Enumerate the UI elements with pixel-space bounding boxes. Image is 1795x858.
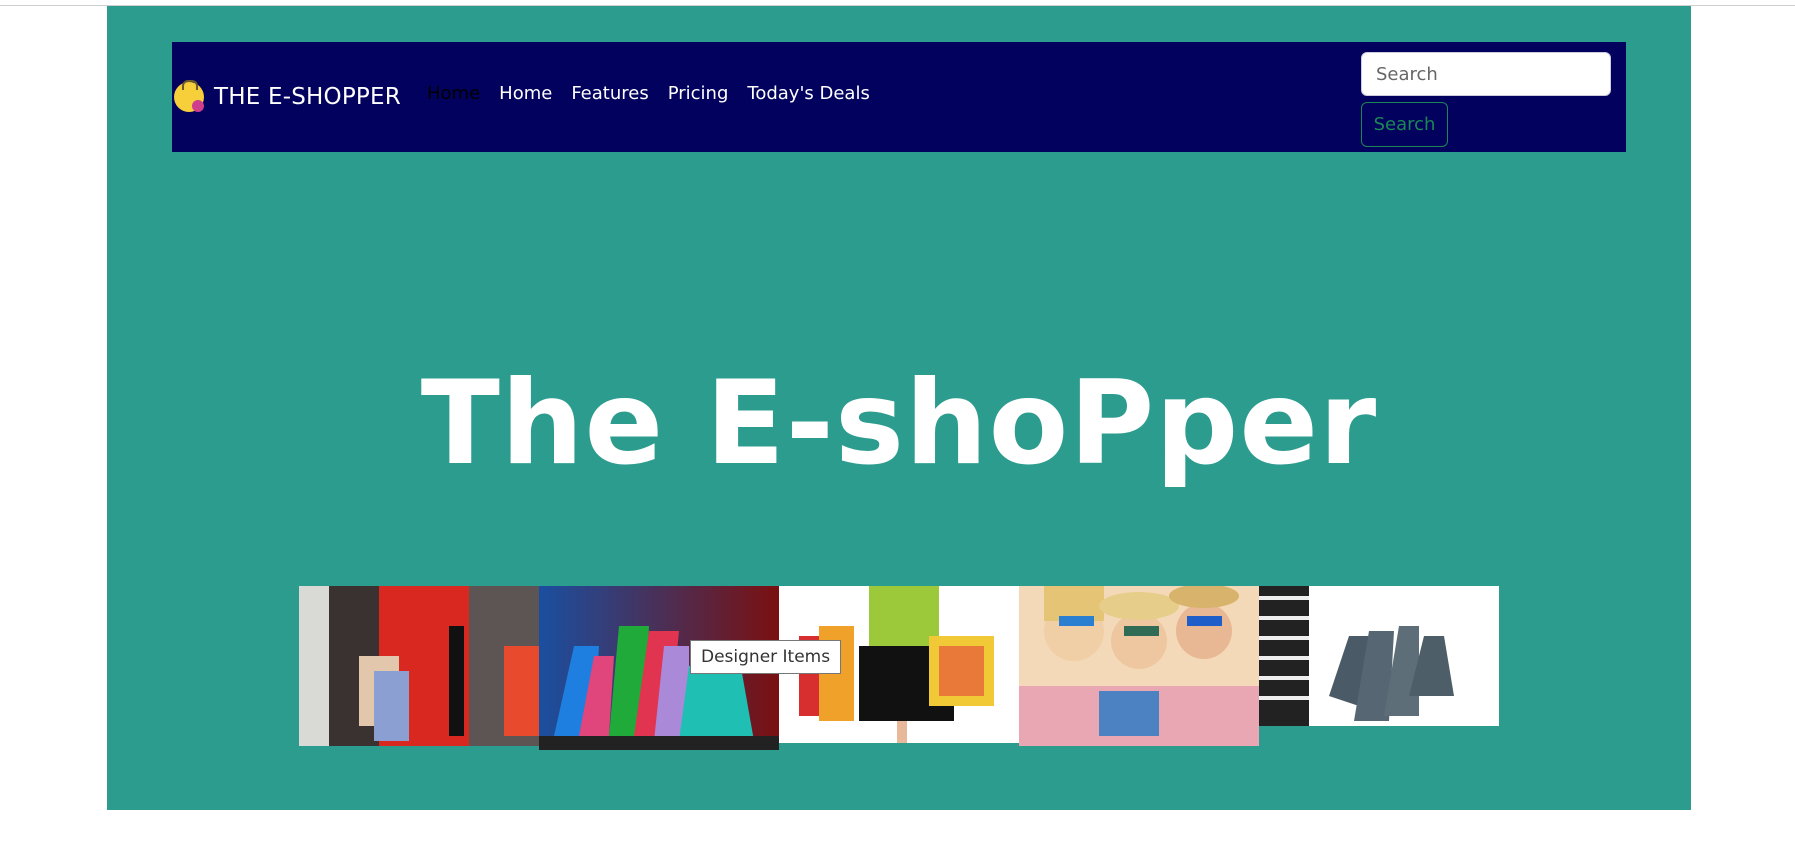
- brand-name: THE E-SHOPPER: [214, 84, 401, 110]
- search-input[interactable]: [1361, 52, 1611, 96]
- gallery-image-1[interactable]: [299, 586, 539, 746]
- page-container: THE E-SHOPPER Home Home Features Pricing…: [107, 6, 1691, 810]
- navbar: THE E-SHOPPER Home Home Features Pricing…: [172, 42, 1626, 152]
- gallery-image-4[interactable]: [1019, 586, 1259, 746]
- nav-item-pricing[interactable]: Pricing: [668, 82, 729, 106]
- nav-item-todays-deals[interactable]: Today's Deals: [747, 82, 869, 106]
- nav-item-home[interactable]: Home: [499, 82, 552, 106]
- gallery-image-1-art: [299, 586, 539, 746]
- shopping-bag-logo-icon: [172, 80, 206, 114]
- image-tooltip: Designer Items: [690, 640, 842, 674]
- nav-item-home-active[interactable]: Home: [427, 82, 480, 106]
- nav-links: Home Home Features Pricing Today's Deals: [427, 82, 889, 106]
- gallery-image-5-art: [1259, 586, 1499, 726]
- gallery-image-4-art: [1019, 586, 1259, 746]
- search-button[interactable]: Search: [1361, 102, 1448, 147]
- nav-item-features[interactable]: Features: [571, 82, 648, 106]
- brand-link[interactable]: THE E-SHOPPER: [172, 78, 401, 116]
- gallery-image-5[interactable]: [1259, 586, 1499, 726]
- hero-title: The E-shoPper: [420, 355, 1378, 491]
